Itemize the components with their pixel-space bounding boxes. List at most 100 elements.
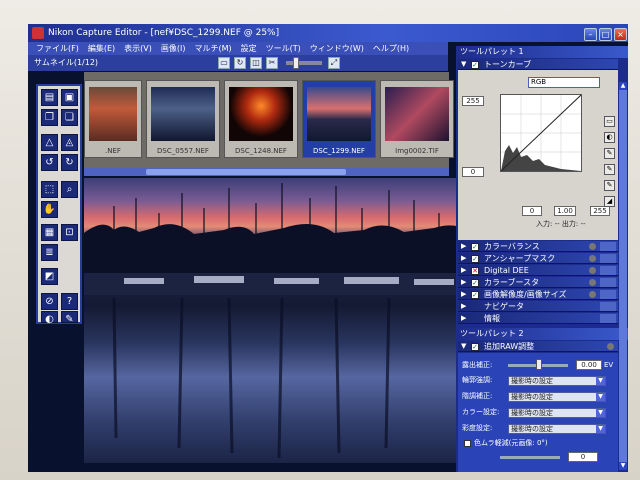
harbor-photo (84, 183, 466, 459)
thumbnail[interactable]: DSC_0557.NEF (146, 80, 220, 158)
contrast-icon[interactable]: ◐ (41, 311, 58, 325)
window-controls: – □ × (584, 28, 627, 41)
tone-curve-header[interactable]: ▼ ✓ トーンカーブ (458, 59, 618, 70)
tone-curve-graph[interactable] (500, 94, 582, 172)
menu-view[interactable]: 表示(V) (124, 42, 152, 55)
thumb-size-slider-handle[interactable] (293, 57, 299, 69)
palette2-title: ツールパレット 2 (456, 328, 628, 340)
thumbnail-caption: DSC_0557.NEF (157, 147, 209, 155)
moire-slider[interactable] (500, 456, 560, 459)
reset-icon[interactable]: ▭ (604, 116, 615, 127)
rotate-left-icon[interactable]: ↺ (41, 154, 58, 171)
thumbnail[interactable]: Img0002.TIF (380, 80, 454, 158)
title-bar: Nikon Capture Editor - [nef¥DSC_1299.NEF… (28, 24, 628, 42)
scroll-up-icon[interactable]: ▲ (619, 82, 627, 90)
flip-icon[interactable]: △ (41, 134, 58, 151)
thumbnail[interactable]: .NEF (84, 80, 142, 158)
black-eyedropper-icon[interactable]: ✎ (604, 148, 615, 159)
saturation-select[interactable]: 撮影時の設定 ▼ (508, 424, 606, 434)
rotate-icon[interactable]: ↻ (234, 57, 246, 69)
section-color-booster[interactable]: ▶ ✓ カラーブースタ (458, 277, 618, 288)
menu-multi[interactable]: マルチ(M) (194, 42, 231, 55)
copy-icon[interactable]: ❐ (41, 109, 58, 126)
browser-toolbar: サムネイル(1/12) ▭ ↻ ◫ ✂ ⤢ (28, 55, 448, 71)
input-min-field[interactable]: 0 (462, 167, 484, 177)
chevron-down-icon: ▼ (596, 425, 605, 433)
mirror-icon[interactable]: ◬ (61, 134, 78, 151)
menu-help[interactable]: ヘルプ(H) (373, 42, 409, 55)
menu-tools[interactable]: ツール(T) (266, 42, 301, 55)
rotate-right-icon[interactable]: ↻ (61, 154, 78, 171)
collapse-icon[interactable]: ▼ (461, 59, 466, 70)
eyedropper-icon[interactable]: ✎ (61, 311, 78, 325)
exposure-field[interactable]: 0.00 (576, 360, 602, 370)
sharpening-select[interactable]: 撮影時の設定 ▼ (508, 376, 606, 386)
thumbnail-scrollbar[interactable] (84, 168, 449, 176)
menu-edit[interactable]: 編集(E) (88, 42, 115, 55)
thumbnail-caption: Img0002.TIF (395, 147, 439, 155)
expand-icon[interactable]: ⤢ (328, 57, 340, 69)
thumbnail[interactable]: DSC_1248.NEF (224, 80, 298, 158)
saturation-label: 彩度設定: (462, 424, 493, 432)
section-unsharp-mask[interactable]: ▶ ✓ アンシャープマスク (458, 253, 618, 264)
section-digital-dee[interactable]: ▶ ✕ Digital DEE (458, 265, 618, 276)
raw-adjust-header[interactable]: ▼ ✓ 追加RAW調整 (458, 341, 618, 352)
close-icon[interactable]: × (614, 28, 627, 41)
color-picker-icon[interactable]: ◩ (41, 268, 58, 285)
section-color-balance[interactable]: ▶ ✓ カラーバランス (458, 241, 618, 252)
color-moire-checkbox[interactable] (464, 440, 471, 447)
help-icon[interactable]: ? (61, 293, 78, 310)
thumbnail-caption: DSC_1248.NEF (235, 147, 287, 155)
save-icon[interactable]: ▣ (61, 89, 78, 106)
black-point-field[interactable]: 0 (522, 206, 542, 216)
paste-icon[interactable]: ❏ (61, 109, 78, 126)
chevron-down-icon: ▼ (596, 409, 605, 417)
curve-preset-icon[interactable]: ◢ (604, 196, 615, 207)
contrast-curve-icon[interactable]: ◐ (604, 132, 615, 143)
scrollbar-thumb[interactable] (146, 169, 346, 175)
main-image[interactable] (84, 178, 466, 463)
exposure-slider-handle[interactable] (536, 359, 542, 370)
white-point-field[interactable]: 255 (590, 206, 610, 216)
tone-comp-select[interactable]: 撮影時の設定 ▼ (508, 392, 606, 402)
levels-icon[interactable]: ≣ (41, 244, 58, 261)
color-mode-select[interactable]: 撮影時の設定 ▼ (508, 408, 606, 418)
moire-field[interactable]: 0 (568, 452, 598, 462)
section-info[interactable]: ▶ 情報 (458, 313, 618, 324)
input-max-field[interactable]: 255 (462, 96, 484, 106)
channel-select[interactable]: RGB (528, 77, 600, 88)
open-icon[interactable]: ▤ (41, 89, 58, 106)
color-mode-label: カラー設定: (462, 408, 500, 416)
grid-icon[interactable]: ▦ (41, 224, 58, 241)
menu-file[interactable]: ファイル(F) (36, 42, 79, 55)
section-resolution[interactable]: ▶ ✓ 画像解像度/画像サイズ (458, 289, 618, 300)
hand-icon[interactable]: ✋ (41, 201, 58, 218)
thumb-size-slider[interactable] (286, 61, 322, 65)
menu-settings[interactable]: 設定 (241, 42, 257, 55)
menu-window[interactable]: ウィンドウ(W) (310, 42, 364, 55)
maximize-icon[interactable]: □ (599, 28, 612, 41)
screen: Nikon Capture Editor - [nef¥DSC_1299.NEF… (28, 24, 628, 472)
gamma-field[interactable]: 1.00 (554, 206, 576, 216)
minimize-icon[interactable]: – (584, 28, 597, 41)
thumbnail-caption: DSC_1299.NEF (313, 147, 365, 155)
scissors-icon[interactable]: ✂ (266, 57, 278, 69)
menu-image[interactable]: 画像(I) (161, 42, 186, 55)
white-eyedropper-icon[interactable]: ✎ (604, 180, 615, 191)
tone-curve-checkbox[interactable]: ✓ (471, 61, 479, 69)
compare-icon[interactable]: ◫ (250, 57, 262, 69)
chevron-down-icon: ▼ (596, 377, 605, 385)
crop-icon[interactable]: ⬚ (41, 181, 58, 198)
fit-icon[interactable]: ⊡ (61, 224, 78, 241)
thumbnail-selected[interactable]: DSC_1299.NEF (302, 80, 376, 158)
scroll-down-icon[interactable]: ▼ (619, 462, 627, 470)
folder-icon[interactable]: ▭ (218, 57, 230, 69)
zoom-icon[interactable]: ⌕ (61, 181, 78, 198)
tool-palette-right: ツールパレット 1 ▼ ✓ トーンカーブ RGB 255 0 0 1.00 25… (456, 46, 628, 472)
histogram (500, 94, 582, 172)
gray-eyedropper-icon[interactable]: ✎ (604, 164, 615, 175)
palette-scrollbar[interactable]: ▲ ▼ (619, 82, 627, 470)
no-icon[interactable]: ⊘ (41, 293, 58, 310)
section-navigator[interactable]: ▶ ナビゲータ (458, 301, 618, 312)
tool-palette: ▤ ▣ ❐ ❏ △ ◬ ↺ ↻ ⬚ ⌕ ✋ ▦ ⊡ ≣ ◩ ⊘ ? ◐ ✎ (36, 84, 82, 325)
